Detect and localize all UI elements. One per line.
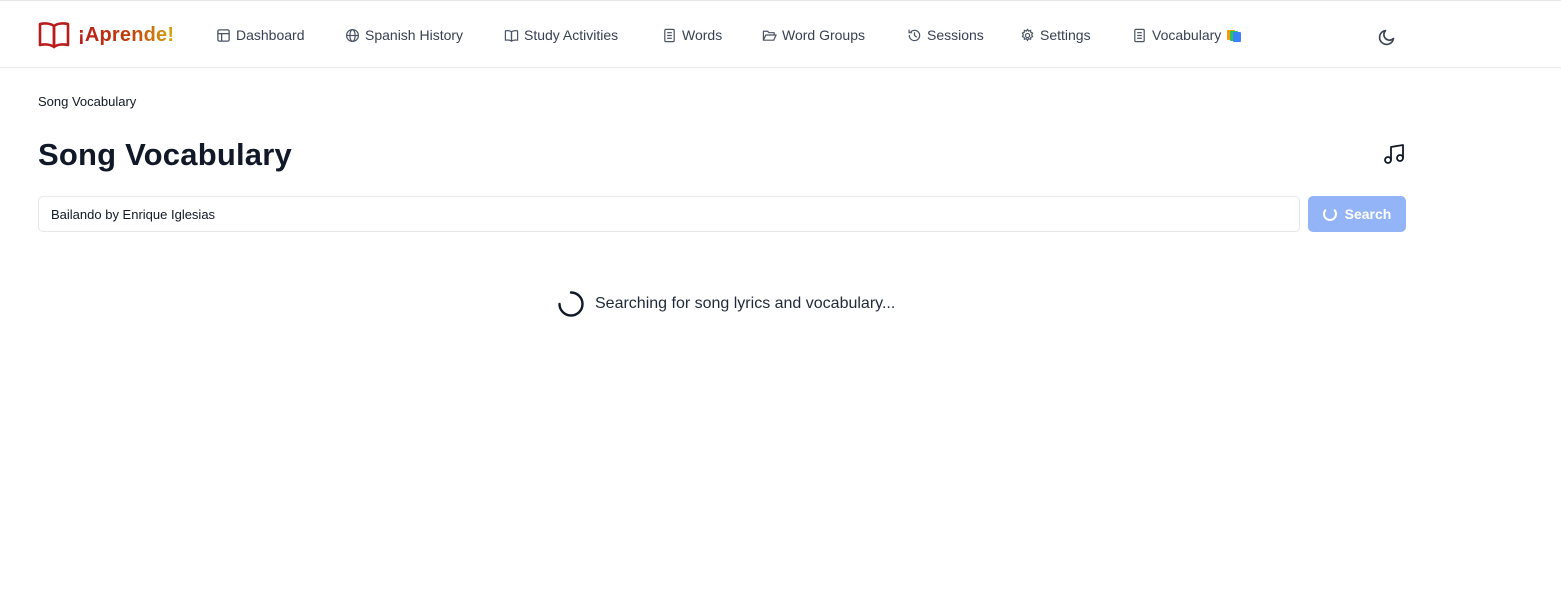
folder-open-icon [762, 30, 777, 41]
nav-item-label: Word Groups [782, 27, 865, 43]
nav-item-label: Words [682, 27, 723, 43]
loading-text: Searching for song lyrics and vocabulary… [595, 295, 896, 312]
search-button-label: Search [1344, 206, 1392, 222]
loading-spinner-icon [558, 291, 584, 317]
top-navbar: ¡Aprende! Dashboard Spanish History Stud… [0, 3, 1561, 68]
gear-icon [1021, 27, 1034, 41]
nav-item-dashboard[interactable]: Dashboard [216, 23, 305, 47]
document-icon [1134, 28, 1145, 42]
nav-item-label: Dashboard [236, 27, 305, 43]
page-title: Song Vocabulary [38, 137, 292, 172]
books-emoji-icon [1226, 28, 1242, 42]
brand-name: ¡Aprende! [78, 23, 175, 46]
nav-item-study-activities[interactable]: Study Activities [504, 23, 618, 47]
nav-item-label: Sessions [927, 27, 984, 43]
layout-icon [217, 28, 230, 42]
brand-logo-link[interactable]: ¡Aprende! [38, 20, 174, 50]
nav-item-label: Study Activities [524, 27, 619, 43]
song-search-input[interactable] [38, 196, 1300, 232]
document-icon [664, 28, 675, 42]
nav-item-settings[interactable]: Settings [1020, 23, 1091, 47]
nav-item-label: Vocabulary [1152, 27, 1222, 43]
search-button[interactable]: Search [1308, 196, 1406, 232]
nav-item-sessions[interactable]: Sessions [907, 23, 984, 47]
theme-toggle-button[interactable] [1376, 26, 1398, 48]
nav-item-label: Spanish History [365, 27, 464, 43]
book-open-icon [504, 29, 519, 42]
nav-item-word-groups[interactable]: Word Groups [762, 23, 865, 47]
nav-item-words[interactable]: Words [662, 23, 722, 47]
breadcrumb: Song Vocabulary [38, 94, 137, 109]
globe-icon [345, 28, 360, 42]
moon-icon [1378, 29, 1395, 46]
loading-status: Searching for song lyrics and vocabulary… [557, 290, 895, 318]
nav-item-vocabulary[interactable]: Vocabulary [1132, 23, 1242, 47]
music-note-icon [1384, 144, 1404, 164]
loading-spinner-icon [1322, 207, 1337, 221]
nav-item-spanish-history[interactable]: Spanish History [345, 23, 463, 47]
history-icon [908, 29, 921, 41]
nav-item-label: Settings [1040, 27, 1091, 43]
open-book-icon [38, 22, 70, 49]
